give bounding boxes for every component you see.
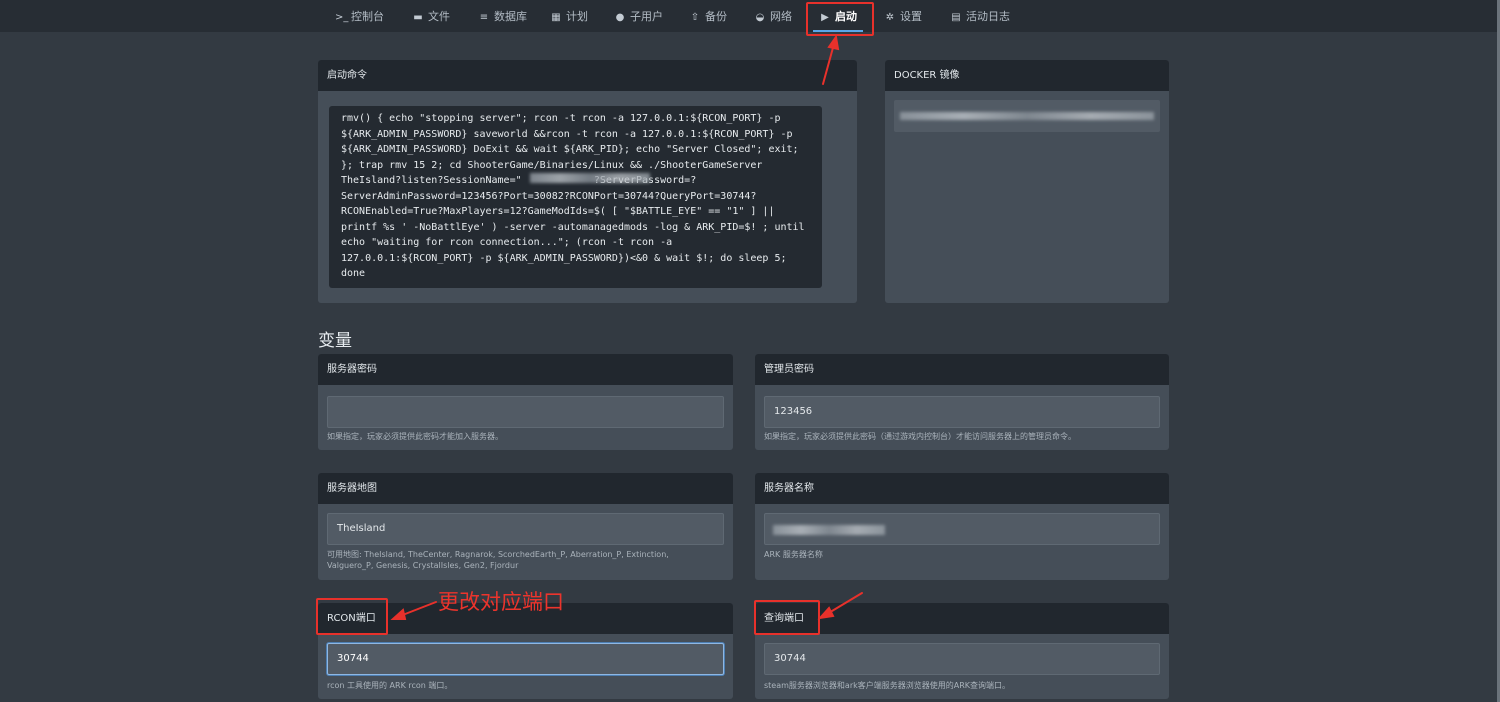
annotation-arrows bbox=[390, 34, 863, 620]
arrow-to-rcon-label bbox=[399, 601, 437, 617]
arrow-head-startup bbox=[827, 34, 840, 51]
arrow-to-startup-tab bbox=[822, 43, 835, 85]
arrow-head-query bbox=[817, 606, 835, 620]
arrow-head-rcon bbox=[390, 608, 407, 620]
arrow-to-query-label bbox=[826, 592, 863, 615]
